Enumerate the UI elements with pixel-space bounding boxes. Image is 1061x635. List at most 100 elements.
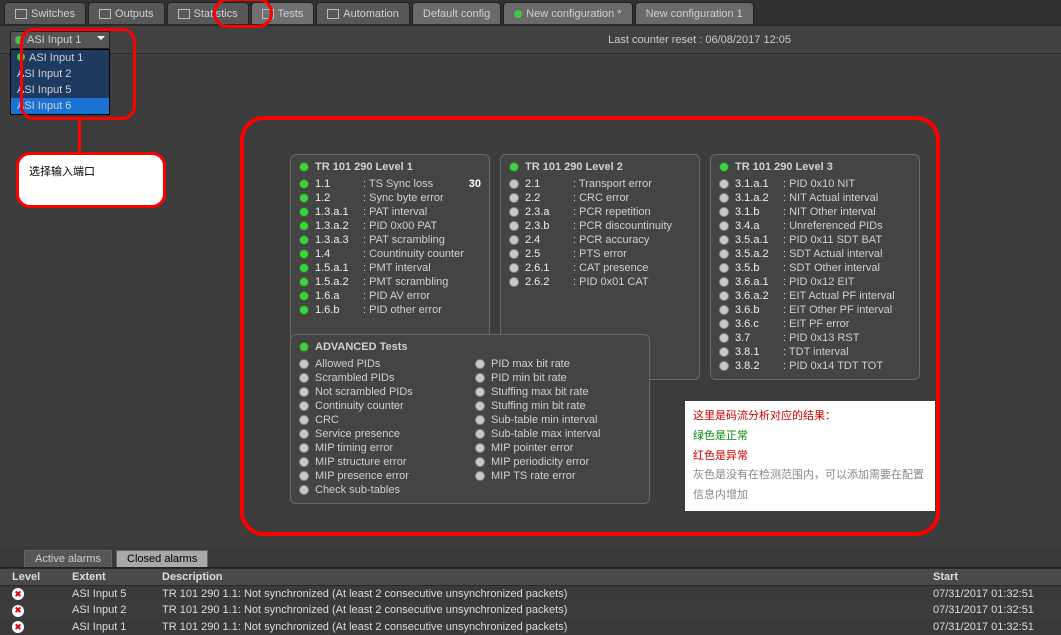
test-row[interactable]: 3.5.b: SDT Other interval (719, 261, 911, 275)
dropdown-option[interactable]: ASI Input 2 (11, 66, 109, 82)
test-row[interactable]: 2.1: Transport error (509, 177, 691, 191)
tab-automation[interactable]: Automation (316, 2, 410, 24)
test-label: : PAT scrambling (363, 234, 445, 246)
test-row[interactable]: 1.4: Countinuity counter (299, 247, 481, 261)
table-row[interactable]: ASI Input 1TR 101 290 1.1: Not synchroni… (0, 619, 1061, 635)
test-code: 3.4.a (735, 220, 777, 232)
adv-test-row[interactable]: Sub-table min interval (475, 413, 641, 427)
test-row[interactable]: 1.5.a.2: PMT scrambling (299, 275, 481, 289)
test-row[interactable]: 3.1.b: NIT Other interval (719, 205, 911, 219)
test-row[interactable]: 1.1: TS Sync loss30 (299, 177, 481, 191)
tab-default-config[interactable]: Default config (412, 2, 501, 24)
adv-test-row[interactable]: MIP structure error (299, 455, 465, 469)
sub-header: ASI Input 1 ASI Input 1 ASI Input 2 ASI … (0, 26, 1061, 54)
test-row[interactable]: 1.3.a.3: PAT scrambling (299, 233, 481, 247)
test-row[interactable]: 3.5.a.2: SDT Actual interval (719, 247, 911, 261)
test-row[interactable]: 3.7 : PID 0x13 RST (719, 331, 911, 345)
status-icon (719, 361, 729, 371)
adv-test-row[interactable]: MIP pointer error (475, 441, 641, 455)
adv-test-row[interactable]: Continuity counter (299, 399, 465, 413)
switches-icon (15, 9, 27, 19)
test-row[interactable]: 1.6.b: PID other error (299, 303, 481, 317)
tab-tests[interactable]: Tests (251, 2, 315, 24)
col-start[interactable]: Start (921, 568, 1061, 585)
annotation-connector (78, 118, 81, 156)
adv-test-row[interactable]: CRC (299, 413, 465, 427)
test-code: 3.1.a.1 (735, 178, 777, 190)
test-row[interactable]: 3.8.2: PID 0x14 TDT TOT (719, 359, 911, 373)
test-code: 2.3.b (525, 220, 567, 232)
adv-test-row[interactable]: MIP presence error (299, 469, 465, 483)
test-row[interactable]: 1.5.a.1: PMT interval (299, 261, 481, 275)
test-row[interactable]: 2.3.a: PCR repetition (509, 205, 691, 219)
adv-test-row[interactable]: Allowed PIDs (299, 357, 465, 371)
input-dropdown[interactable]: ASI Input 1 ASI Input 1 ASI Input 2 ASI … (10, 31, 110, 49)
counter-reset-label: Last counter reset : 06/08/2017 12:05 (608, 34, 791, 46)
test-row[interactable]: 1.6.a: PID AV error (299, 289, 481, 303)
adv-test-row[interactable]: Stuffing min bit rate (475, 399, 641, 413)
test-row[interactable]: 3.5.a.1: PID 0x11 SDT BAT (719, 233, 911, 247)
cell-desc: TR 101 290 1.1: Not synchronized (At lea… (150, 619, 921, 635)
test-label: : PID 0x12 EIT (783, 276, 855, 288)
test-row[interactable]: 2.6.1: CAT presence (509, 261, 691, 275)
table-row[interactable]: ASI Input 2TR 101 290 1.1: Not synchroni… (0, 602, 1061, 619)
tab-new-config-star[interactable]: New configuration * (503, 2, 632, 24)
test-row[interactable]: 1.3.a.2: PID 0x00 PAT (299, 219, 481, 233)
test-row[interactable]: 2.2: CRC error (509, 191, 691, 205)
adv-test-row[interactable]: Not scrambled PIDs (299, 385, 465, 399)
test-row[interactable]: 3.6.a.1: PID 0x12 EIT (719, 275, 911, 289)
adv-test-row[interactable]: Check sub-tables (299, 483, 465, 497)
test-label: : NIT Other interval (783, 206, 876, 218)
test-label: : PID 0x13 RST (783, 332, 859, 344)
tab-statistics[interactable]: Statistics (167, 2, 249, 24)
test-row[interactable]: 2.5: PTS error (509, 247, 691, 261)
adv-test-row[interactable]: Stuffing max bit rate (475, 385, 641, 399)
test-row[interactable]: 3.1.a.2: NIT Actual interval (719, 191, 911, 205)
test-row[interactable]: 2.6.2: PID 0x01 CAT (509, 275, 691, 289)
status-icon (299, 235, 309, 245)
test-row[interactable]: 1.3.a.1: PAT interval (299, 205, 481, 219)
adv-test-row[interactable]: Service presence (299, 427, 465, 441)
adv-test-row[interactable]: Scrambled PIDs (299, 371, 465, 385)
status-icon (475, 401, 485, 411)
tab-active-alarms[interactable]: Active alarms (24, 550, 112, 567)
test-label: : PMT interval (363, 262, 431, 274)
tab-closed-alarms[interactable]: Closed alarms (116, 550, 208, 567)
adv-test-row[interactable]: PID max bit rate (475, 357, 641, 371)
dropdown-option[interactable]: ASI Input 6 (11, 98, 109, 114)
test-row[interactable]: 3.1.a.1: PID 0x10 NIT (719, 177, 911, 191)
test-row[interactable]: 2.3.b: PCR discountinuity (509, 219, 691, 233)
col-desc[interactable]: Description (150, 568, 921, 585)
test-label: : EIT Actual PF interval (783, 290, 895, 302)
table-row[interactable]: ASI Input 5TR 101 290 1.1: Not synchroni… (0, 585, 1061, 602)
test-code: 2.4 (525, 234, 567, 246)
cell-extent: ASI Input 5 (60, 585, 150, 602)
test-code: 3.7 (735, 332, 777, 344)
test-row[interactable]: 3.4.a: Unreferenced PIDs (719, 219, 911, 233)
tab-switches[interactable]: Switches (4, 2, 86, 24)
adv-test-row[interactable]: MIP TS rate error (475, 469, 641, 483)
test-row[interactable]: 3.6.a.2: EIT Actual PF interval (719, 289, 911, 303)
test-row[interactable]: 2.4: PCR accuracy (509, 233, 691, 247)
test-label: : SDT Actual interval (783, 248, 882, 260)
status-icon (719, 305, 729, 315)
test-row[interactable]: 3.8.1: TDT interval (719, 345, 911, 359)
test-label: : Transport error (573, 178, 652, 190)
status-icon (719, 277, 729, 287)
test-row[interactable]: 3.6.c: EIT PF error (719, 317, 911, 331)
adv-test-row[interactable]: MIP timing error (299, 441, 465, 455)
adv-test-row[interactable]: MIP periodicity error (475, 455, 641, 469)
test-row[interactable]: 3.6.b: EIT Other PF interval (719, 303, 911, 317)
adv-label: MIP timing error (315, 442, 393, 454)
dropdown-selected[interactable]: ASI Input 1 (10, 31, 110, 49)
dropdown-option[interactable]: ASI Input 5 (11, 82, 109, 98)
adv-test-row[interactable]: PID min bit rate (475, 371, 641, 385)
tab-outputs[interactable]: Outputs (88, 2, 165, 24)
adv-test-row[interactable]: Sub-table max interval (475, 427, 641, 441)
test-label: : PID AV error (363, 290, 430, 302)
dropdown-option[interactable]: ASI Input 1 (11, 50, 109, 66)
col-extent[interactable]: Extent (60, 568, 150, 585)
col-level[interactable]: Level (0, 568, 60, 585)
test-row[interactable]: 1.2: Sync byte error (299, 191, 481, 205)
tab-new-config-1[interactable]: New configuration 1 (635, 2, 754, 24)
